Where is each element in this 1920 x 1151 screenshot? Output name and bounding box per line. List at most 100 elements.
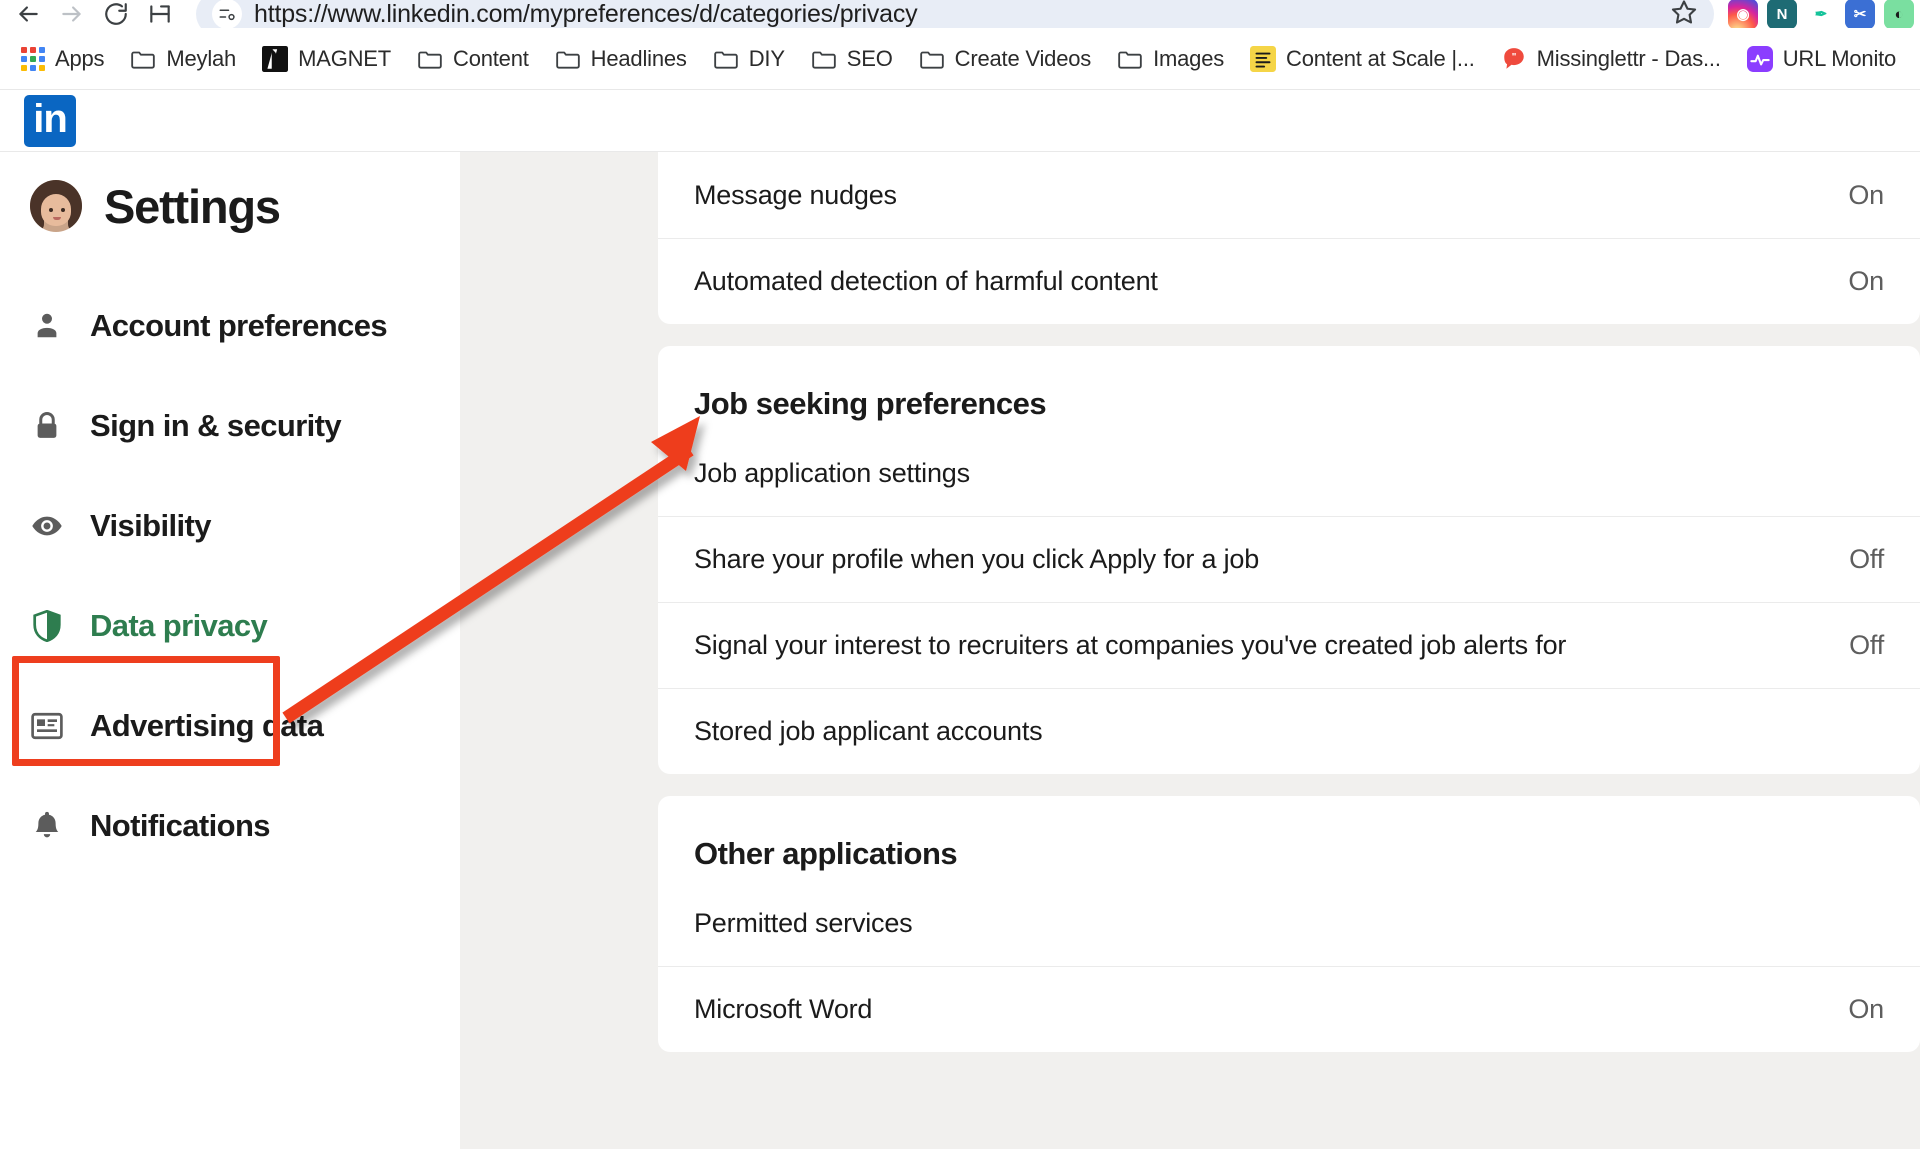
bookmark-label: URL Monito: [1783, 46, 1896, 72]
bookmark-content[interactable]: Content: [404, 41, 542, 77]
row-label: Stored job applicant accounts: [694, 716, 1042, 747]
ad-card-icon: [30, 712, 64, 740]
settings-main-content: Message nudges On Automated detection of…: [460, 152, 1920, 1149]
apps-grid-icon: [21, 47, 45, 71]
bookmark-images[interactable]: Images: [1104, 41, 1237, 77]
forward-arrow-icon[interactable]: [50, 0, 94, 28]
page-body: Settings Account preferences Sign in & s…: [0, 152, 1920, 1149]
evernote-extension-icon[interactable]: ◐: [1884, 0, 1914, 28]
bookmark-label: Content: [453, 46, 529, 72]
bell-icon: [30, 810, 64, 842]
bookmark-create-videos[interactable]: Create Videos: [906, 41, 1104, 77]
sidebar-item-visibility[interactable]: Visibility: [0, 476, 460, 576]
row-label: Microsoft Word: [694, 994, 872, 1025]
row-value: Off: [1825, 544, 1884, 575]
lock-icon: [30, 411, 64, 441]
sidebar-item-notifications[interactable]: Notifications: [0, 776, 460, 876]
bookmark-label: Missinglettr - Das...: [1537, 46, 1721, 72]
folder-icon: [417, 48, 443, 70]
content-at-scale-icon: [1250, 46, 1276, 72]
folder-icon: [919, 48, 945, 70]
settings-card-other-applications: Other applications Permitted services Mi…: [658, 796, 1920, 1052]
sidebar-item-label: Data privacy: [90, 608, 267, 644]
magnet-site-icon: [262, 46, 288, 72]
extension-icons: ◉ N ✒ ✂ ◐: [1722, 0, 1914, 28]
row-label: Job application settings: [694, 458, 970, 489]
grammarly-extension-icon[interactable]: ✒: [1806, 0, 1836, 28]
bookmark-url-monitor[interactable]: URL Monito: [1734, 41, 1909, 77]
row-value: On: [1824, 994, 1884, 1025]
settings-row-share-profile-apply[interactable]: Share your profile when you click Apply …: [658, 516, 1920, 602]
row-label: Signal your interest to recruiters at co…: [694, 630, 1566, 661]
address-bar[interactable]: https://www.linkedin.com/mypreferences/d…: [196, 0, 1714, 28]
browser-chrome: https://www.linkedin.com/mypreferences/d…: [0, 0, 1920, 90]
row-label: Automated detection of harmful content: [694, 266, 1158, 297]
svg-text:ʺ: ʺ: [1511, 52, 1516, 63]
page-title: Settings: [104, 183, 280, 230]
section-title-job-seeking: Job seeking preferences: [658, 346, 1920, 430]
sidebar-item-label: Visibility: [90, 508, 211, 544]
bookmark-apps[interactable]: Apps: [8, 41, 117, 77]
sidebar-nav: Account preferences Sign in & security V…: [0, 276, 460, 876]
person-icon: [30, 311, 64, 341]
folder-icon: [811, 48, 837, 70]
linkedin-header: in: [0, 90, 1920, 152]
bookmark-seo[interactable]: SEO: [798, 41, 906, 77]
bookmark-diy[interactable]: DIY: [700, 41, 798, 77]
eye-icon: [30, 510, 64, 542]
settings-card-messaging: Message nudges On Automated detection of…: [658, 152, 1920, 324]
bookmark-magnet[interactable]: MAGNET: [249, 41, 404, 77]
settings-card-job-seeking: Job seeking preferences Job application …: [658, 346, 1920, 774]
settings-row-permitted-services[interactable]: Permitted services: [658, 880, 1920, 966]
row-value: Off: [1825, 630, 1884, 661]
back-arrow-icon[interactable]: [6, 0, 50, 28]
settings-row-automated-detection[interactable]: Automated detection of harmful content O…: [658, 238, 1920, 324]
bookmark-star-icon[interactable]: [1670, 0, 1698, 28]
bookmark-label: DIY: [749, 46, 785, 72]
linkedin-settings-page: in Settings Account preferences: [0, 90, 1920, 1150]
notion-extension-icon[interactable]: N: [1767, 0, 1797, 28]
bookmark-label: MAGNET: [298, 46, 391, 72]
folder-icon: [1117, 48, 1143, 70]
sidebar-item-account-preferences[interactable]: Account preferences: [0, 276, 460, 376]
shield-icon: [30, 610, 64, 642]
bookmark-label: Create Videos: [955, 46, 1091, 72]
missinglettr-icon: ʺ: [1501, 46, 1527, 72]
bookmarks-bar: Apps Meylah MAGNET Content Headlines: [0, 28, 1920, 90]
avatar[interactable]: [30, 180, 82, 232]
settings-sidebar: Settings Account preferences Sign in & s…: [0, 152, 460, 1149]
home-icon[interactable]: [138, 0, 182, 28]
bookmark-label: Meylah: [166, 46, 236, 72]
linkedin-logo[interactable]: in: [24, 95, 76, 147]
sidebar-item-label: Notifications: [90, 808, 270, 844]
settings-row-signal-interest-recruiters[interactable]: Signal your interest to recruiters at co…: [658, 602, 1920, 688]
bookmark-label: Images: [1153, 46, 1224, 72]
row-label: Message nudges: [694, 180, 897, 211]
url-monitor-icon: [1747, 46, 1773, 72]
folder-icon: [130, 48, 156, 70]
bookmark-label: SEO: [847, 46, 893, 72]
browser-toolbar: https://www.linkedin.com/mypreferences/d…: [0, 0, 1920, 28]
instagram-extension-icon[interactable]: ◉: [1728, 0, 1758, 28]
site-settings-icon[interactable]: [212, 0, 242, 28]
section-title-other-applications: Other applications: [658, 796, 1920, 880]
reload-icon[interactable]: [94, 0, 138, 28]
settings-row-microsoft-word[interactable]: Microsoft Word On: [658, 966, 1920, 1052]
sidebar-item-label: Advertising data: [90, 708, 323, 744]
bookmark-headlines[interactable]: Headlines: [542, 41, 700, 77]
sidebar-item-sign-in-security[interactable]: Sign in & security: [0, 376, 460, 476]
settings-row-job-application-settings[interactable]: Job application settings: [658, 430, 1920, 516]
pinterest-save-extension-icon[interactable]: ✂: [1845, 0, 1875, 28]
url-text[interactable]: https://www.linkedin.com/mypreferences/d…: [254, 2, 1660, 27]
folder-icon: [713, 48, 739, 70]
settings-row-stored-job-applicant-accounts[interactable]: Stored job applicant accounts: [658, 688, 1920, 774]
sidebar-item-advertising-data[interactable]: Advertising data: [0, 676, 460, 776]
settings-row-message-nudges[interactable]: Message nudges On: [658, 152, 1920, 238]
row-label: Share your profile when you click Apply …: [694, 544, 1259, 575]
bookmark-missinglettr[interactable]: ʺ Missinglettr - Das...: [1488, 41, 1734, 77]
bookmark-label: Headlines: [591, 46, 687, 72]
bookmark-content-at-scale[interactable]: Content at Scale |...: [1237, 41, 1488, 77]
sidebar-item-data-privacy[interactable]: Data privacy: [0, 576, 460, 676]
bookmark-meylah[interactable]: Meylah: [117, 41, 249, 77]
folder-icon: [555, 48, 581, 70]
